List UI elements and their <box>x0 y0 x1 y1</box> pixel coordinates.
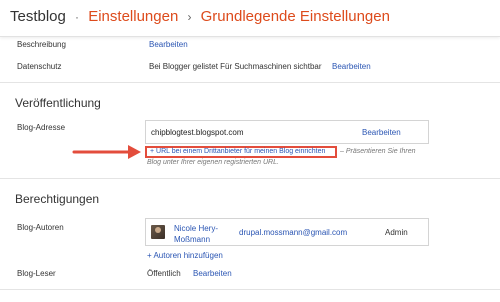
red-arrow-annotation <box>72 145 141 159</box>
author-role: Admin <box>385 228 408 237</box>
description-edit-link[interactable]: Bearbeiten <box>149 40 188 49</box>
privacy-edit-link[interactable]: Bearbeiten <box>332 62 371 71</box>
blog-readers-value: Öffentlich <box>147 269 181 278</box>
blog-address-edit-link[interactable]: Bearbeiten <box>362 128 401 137</box>
blog-authors-label: Blog-Autoren <box>17 223 64 232</box>
breadcrumb-separator: · <box>75 10 80 24</box>
section-divider <box>0 289 500 290</box>
top-header-bar: Testblog · Einstellungen › Grundlegende … <box>0 0 500 37</box>
blog-readers-edit-link[interactable]: Bearbeiten <box>193 269 232 278</box>
blog-name[interactable]: Testblog <box>10 8 66 25</box>
breadcrumb: Testblog · Einstellungen › Grundlegende … <box>10 8 390 25</box>
privacy-label: Datenschutz <box>17 62 62 71</box>
add-authors-link[interactable]: + Autoren hinzufügen <box>147 251 223 260</box>
blog-address-box: chipblogtest.blogspot.com Bearbeiten <box>145 120 429 144</box>
blog-address-label: Blog-Adresse <box>17 123 66 132</box>
section-divider <box>0 178 500 179</box>
custom-domain-hint: – Präsentieren Sie Ihren <box>340 148 416 155</box>
breadcrumb-chevron: › <box>187 10 192 24</box>
author-name[interactable]: Nicole Hery-Moßmann <box>174 223 234 245</box>
custom-domain-hint-continued: Blog unter Ihrer eigenen registrierten U… <box>147 159 279 166</box>
permissions-heading: Berechtigungen <box>15 192 100 206</box>
privacy-value: Bei Blogger gelistet Für Suchmaschinen s… <box>149 62 322 71</box>
avatar <box>151 225 165 239</box>
author-row: Nicole Hery-Moßmann drupal.mossmann@gmai… <box>145 218 429 246</box>
description-label: Beschreibung <box>17 40 66 49</box>
author-email[interactable]: drupal.mossmann@gmail.com <box>239 228 347 237</box>
breadcrumb-settings[interactable]: Einstellungen <box>88 8 178 25</box>
custom-domain-link[interactable]: + URL bei einem Drittanbieter für meinen… <box>150 148 325 155</box>
section-divider <box>0 82 500 83</box>
page-title: Grundlegende Einstellungen <box>200 8 390 25</box>
publishing-heading: Veröffentlichung <box>15 96 101 110</box>
blog-url: chipblogtest.blogspot.com <box>151 128 244 137</box>
blog-readers-label: Blog-Leser <box>17 269 56 278</box>
